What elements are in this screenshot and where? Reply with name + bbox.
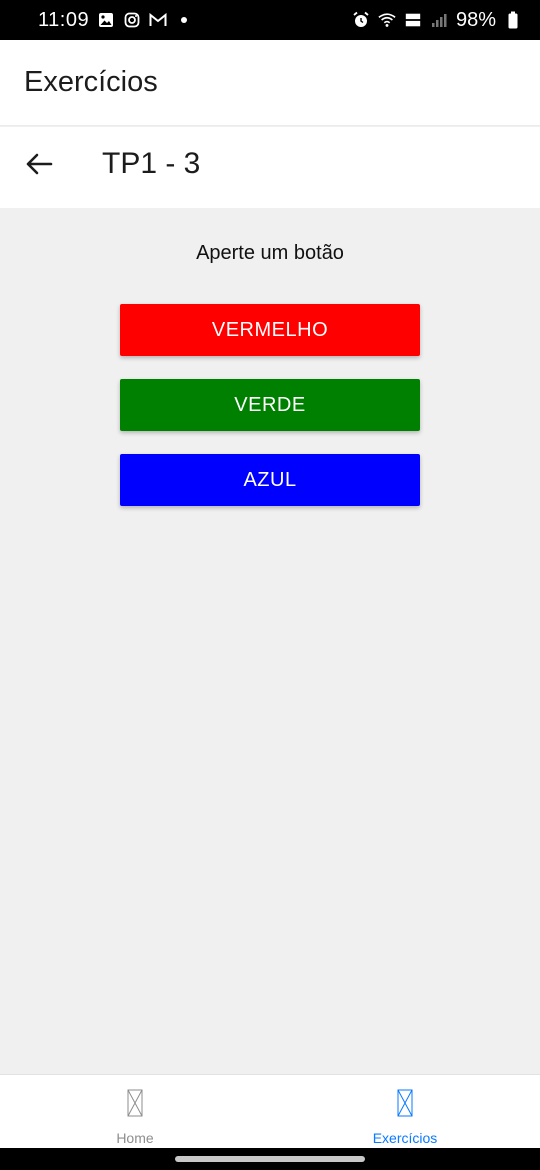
app-header: Exercícios (0, 40, 540, 126)
status-time: 11:09 (38, 8, 90, 31)
missing-image-icon (127, 1089, 143, 1117)
status-bar: 11:09 98% (0, 0, 540, 40)
tab-exercicios-label: Exercícios (372, 1130, 438, 1146)
alarm-icon (352, 11, 370, 29)
battery-percent: 98% (455, 8, 496, 31)
vermelho-button[interactable]: VERMELHO (120, 304, 420, 356)
gmail-icon (149, 11, 167, 29)
signal-icon (430, 11, 448, 29)
screen-header: TP1 - 3 (0, 127, 540, 208)
instagram-icon (123, 11, 141, 29)
azul-button[interactable]: AZUL (120, 454, 420, 506)
screen-title: TP1 - 3 (102, 147, 201, 180)
app-title: Exercícios (24, 66, 158, 98)
tab-home[interactable]: Home (0, 1075, 270, 1149)
arrow-left-icon (25, 152, 53, 181)
home-indicator[interactable] (175, 1156, 365, 1162)
tab-exercicios[interactable]: Exercícios (270, 1075, 540, 1149)
tab-home-label: Home (116, 1130, 154, 1146)
main-content: Aperte um botão VERMELHO VERDE AZUL (0, 208, 540, 1074)
status-right: 98% (352, 9, 522, 32)
bottom-tab-bar: Home Exercícios (0, 1074, 540, 1148)
system-nav-area (0, 1148, 540, 1170)
verde-button[interactable]: VERDE (120, 379, 420, 431)
back-button[interactable] (22, 149, 56, 183)
battery-icon (504, 11, 522, 29)
wifi-icon (378, 11, 396, 29)
volte-icon (404, 11, 422, 29)
gallery-icon (97, 11, 115, 29)
notification-dot-icon (175, 11, 193, 29)
missing-image-icon (397, 1089, 413, 1117)
status-left: 11:09 (38, 9, 193, 32)
prompt-text: Aperte um botão (196, 242, 344, 264)
